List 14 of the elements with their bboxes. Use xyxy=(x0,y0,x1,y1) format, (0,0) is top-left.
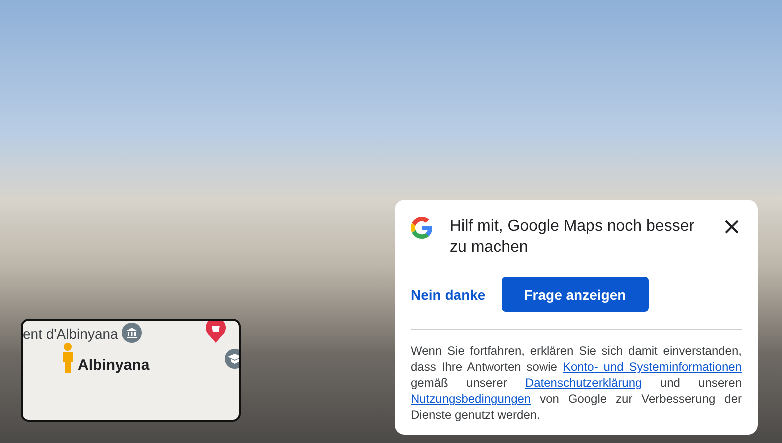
policy-link[interactable]: Konto- und Systeminformationen xyxy=(562,360,742,374)
place-label: ent d'Albinyana xyxy=(23,326,118,342)
town-label: Albinyana xyxy=(78,357,150,374)
school-pin-icon[interactable] xyxy=(225,349,239,369)
dialog-title: Hilf mit, Google Maps noch besser zu machen xyxy=(450,217,696,258)
decline-link[interactable]: Nein danke xyxy=(411,286,486,302)
policy-link[interactable]: Nutzungsbedingungen xyxy=(411,392,532,406)
shop-pin-icon[interactable] xyxy=(206,321,226,343)
minimap[interactable]: ent d'Albinyana Albinyana xyxy=(21,319,241,422)
policy-link[interactable]: Datenschutzerklärung xyxy=(525,376,642,390)
show-question-button[interactable]: Frage anzeigen xyxy=(502,277,649,312)
museum-pin-icon[interactable] xyxy=(122,323,142,343)
disclaimer-text: Wenn Sie fortfahren, erklären Sie sich damit einverstanden, dass Ihre Antworten sowie Konto- und Systeminformationen gemäß unserer Datenschutzerklärung und unseren Nutzungsbedingungen von Google zur Verbesserung der Dienste genutzt werden. xyxy=(411,343,742,423)
google-logo-icon xyxy=(411,217,433,239)
